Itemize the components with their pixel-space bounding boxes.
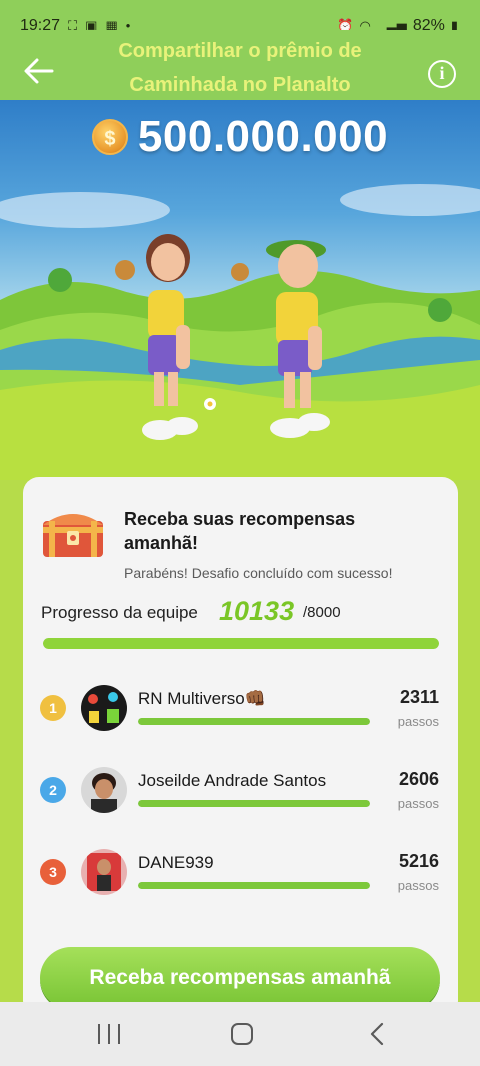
avatar (81, 849, 127, 895)
hero-banner: $ 500.000.000 (0, 100, 480, 480)
member-steps-unit: passos (397, 796, 439, 811)
member-steps: 2311 (399, 687, 439, 707)
page-title: Compartilhar o prêmio de Caminhada no Pl… (118, 40, 362, 96)
recent-apps-button[interactable] (98, 1024, 120, 1044)
system-nav-bar (0, 1002, 480, 1066)
team-progress-fill (43, 638, 439, 649)
member-progress-bar (138, 882, 370, 889)
claim-rewards-button[interactable]: Receba recompensas amanhã (40, 947, 440, 1009)
recents-icon (118, 1024, 120, 1044)
coin-icon: $ (91, 119, 128, 155)
member-steps: 5216 (398, 851, 439, 871)
member-progress-bar (138, 718, 370, 725)
member-row: 3 DANE939 5216 passos (23, 844, 458, 914)
team-progress-bar (43, 638, 439, 649)
back-button[interactable] (22, 56, 58, 86)
reward-card: Receba suas recompensas amanhã! Parabéns… (23, 477, 458, 1017)
treasure-chest-icon (43, 514, 103, 557)
avatar (81, 767, 127, 813)
arrow-left-icon (24, 58, 54, 84)
home-button[interactable] (231, 1023, 253, 1045)
member-progress-fill (138, 800, 370, 807)
team-progress-target: /8000 (303, 604, 341, 621)
member-name: RN Multiverso👊🏾 (138, 689, 266, 708)
member-steps-unit: passos (397, 714, 439, 729)
member-steps-unit: passos (397, 878, 439, 893)
team-progress-value: 10133 (219, 596, 295, 626)
card-subtitle: Parabéns! Desafio concluído com sucesso! (124, 565, 393, 581)
rank-badge: 2 (40, 777, 66, 803)
member-progress-fill (138, 718, 370, 725)
recents-icon (98, 1024, 100, 1044)
member-row: 1 RN Multiverso👊🏾 2311 passos (23, 680, 458, 750)
card-title: Receba suas recompensas amanhã! (124, 509, 356, 553)
team-progress-label: Progresso da equipe (41, 603, 198, 622)
member-row: 2 Joseilde Andrade Santos 2606 passos (23, 762, 458, 832)
rank-badge: 1 (40, 695, 66, 721)
info-icon: i (439, 63, 445, 83)
prize-amount-row: $ 500.000.000 (0, 112, 480, 162)
member-steps: 2606 (398, 769, 439, 789)
info-button[interactable]: i (428, 60, 456, 88)
avatar (81, 685, 127, 731)
member-progress-bar (138, 800, 370, 807)
rank-badge: 3 (40, 859, 66, 885)
member-progress-fill (138, 882, 370, 889)
prize-amount: 500.000.000 (137, 112, 389, 161)
app-header: Compartilhar o prêmio de Caminhada no Pl… (0, 30, 480, 100)
nav-back-button[interactable] (368, 1022, 386, 1046)
recents-icon (108, 1024, 110, 1044)
member-name: DANE939 (138, 853, 214, 872)
member-name: Joseilde Andrade Santos (138, 771, 327, 790)
